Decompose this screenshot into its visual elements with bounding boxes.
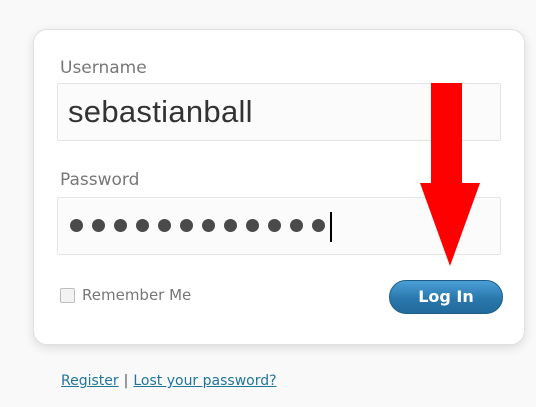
link-separator: | (123, 373, 129, 389)
lost-password-link[interactable]: Lost your password? (133, 373, 276, 389)
login-page: Username sebastianball Password Remember… (0, 0, 536, 407)
register-link[interactable]: Register (61, 373, 119, 389)
red-down-arrow-icon (420, 83, 480, 266)
footer-links: Register | Lost your password? (61, 373, 277, 389)
arrow-shape (420, 83, 480, 266)
